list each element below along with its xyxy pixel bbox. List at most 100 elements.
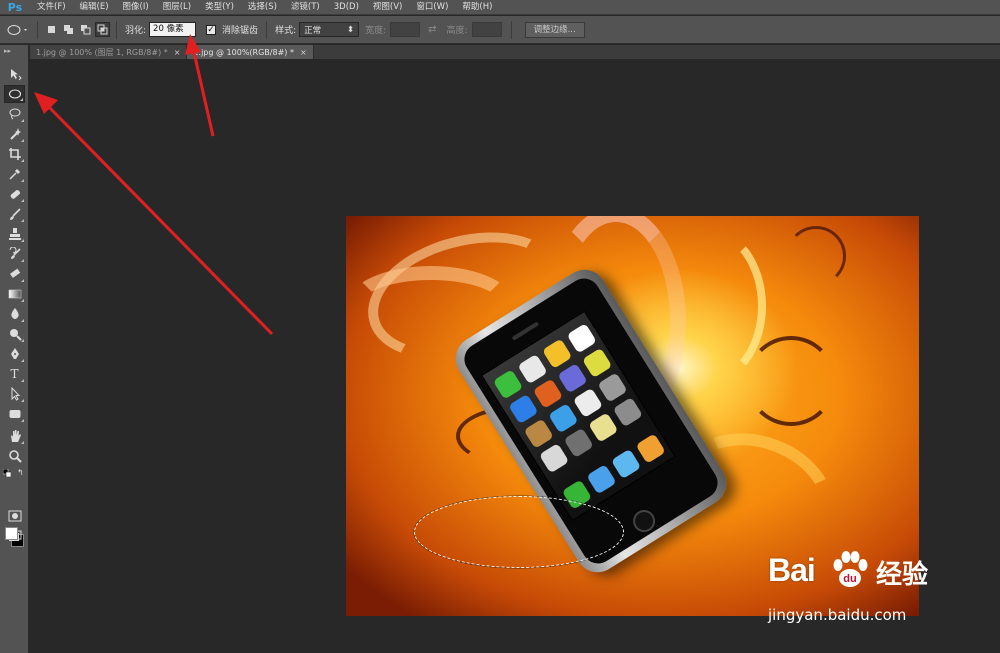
separator — [266, 20, 268, 39]
eyedropper-tool[interactable] — [4, 165, 25, 183]
dodge-tool[interactable] — [4, 325, 25, 343]
separator — [116, 20, 117, 39]
tool-preset-picker[interactable] — [4, 20, 32, 40]
refine-edge-button[interactable]: 调整边缘... — [524, 21, 585, 38]
eraser-icon — [9, 268, 20, 278]
app-icon — [635, 433, 666, 464]
eraser-tool[interactable] — [4, 265, 25, 283]
close-icon[interactable]: × — [174, 48, 181, 57]
toolbox: ▸▸ T ↰ — [0, 45, 29, 653]
subtract-selection-icon — [81, 25, 91, 35]
path-arrow-icon — [11, 387, 20, 401]
new-selection-button[interactable] — [44, 22, 59, 37]
tab-document-1[interactable]: 1.jpg @ 100% (图层 1, RGB/8#) * × — [30, 45, 188, 59]
antialias-checkbox[interactable]: ✓ — [206, 24, 217, 35]
menu-help[interactable]: 帮助(H) — [455, 0, 499, 15]
menu-edit[interactable]: 编辑(E) — [73, 0, 116, 15]
elliptical-marquee-tool[interactable] — [4, 85, 25, 103]
pen-icon — [10, 348, 19, 359]
brush-tool[interactable] — [4, 205, 25, 223]
app-icon — [548, 403, 579, 434]
menu-image[interactable]: 图像(I) — [116, 0, 156, 15]
tab-document-2[interactable]: 2.jpg @ 100%(RGB/8#) * × — [187, 45, 314, 59]
blur-tool[interactable] — [4, 305, 25, 323]
path-selection-tool[interactable] — [4, 385, 25, 403]
zoom-icon — [8, 450, 22, 463]
app-icon — [538, 443, 570, 474]
bandage-icon — [10, 190, 20, 199]
pen-tool[interactable] — [4, 345, 25, 363]
lasso-icon — [9, 108, 20, 120]
close-icon[interactable]: × — [300, 48, 307, 57]
swap-colors-icon[interactable]: ↰ — [17, 468, 26, 477]
photoshop-logo[interactable]: Ps — [0, 0, 30, 15]
subtract-from-selection-button[interactable] — [78, 22, 93, 37]
menu-select[interactable]: 选择(S) — [241, 0, 284, 15]
app-icon — [508, 393, 539, 425]
menu-layer[interactable]: 图层(L) — [156, 0, 198, 15]
app-icon — [492, 369, 524, 400]
quick-mask-button[interactable] — [4, 507, 25, 525]
foreground-color-swatch[interactable] — [5, 527, 18, 540]
tab-title: 2.jpg @ 100%(RGB/8#) * — [193, 47, 294, 57]
healing-brush-tool[interactable] — [4, 185, 25, 203]
app-icon — [610, 448, 642, 480]
zoom-tool[interactable] — [4, 447, 25, 465]
menu-window[interactable]: 窗口(W) — [409, 0, 455, 15]
feather-input[interactable]: 20 像素 — [149, 22, 197, 37]
rectangle-tool[interactable] — [4, 405, 25, 423]
swirl-decoration — [646, 226, 766, 386]
feather-label: 羽化: — [125, 26, 147, 36]
hand-tool[interactable] — [4, 427, 25, 445]
menu-view[interactable]: 视图(V) — [366, 0, 409, 15]
baidu-jingyan-watermark: Bai du 经验 jingyan.baidu.com — [768, 551, 948, 632]
menu-bar: Ps 文件(F) 编辑(E) 图像(I) 图层(L) 类型(Y) 选择(S) 滤… — [0, 0, 1000, 15]
elliptical-selection-marquee[interactable] — [414, 496, 624, 568]
blur-drop-icon — [10, 308, 19, 319]
dodge-icon — [9, 329, 22, 341]
magic-wand-tool[interactable] — [4, 125, 25, 143]
crop-tool[interactable] — [4, 145, 25, 163]
add-selection-icon — [64, 25, 73, 34]
width-label: 宽度: — [365, 26, 387, 36]
rounded-rect-icon — [9, 410, 20, 418]
type-tool[interactable]: T — [4, 365, 25, 383]
app-icon — [566, 323, 597, 354]
menu-3d[interactable]: 3D(D) — [327, 0, 366, 15]
add-to-selection-button[interactable] — [61, 22, 76, 37]
separator — [37, 20, 38, 39]
watermark-url: jingyan.baidu.com — [768, 606, 907, 624]
app-icon — [523, 418, 554, 449]
magic-wand-icon — [9, 128, 21, 140]
tab-title: 1.jpg @ 100% (图层 1, RGB/8#) * — [36, 47, 168, 57]
elliptical-marquee-icon — [7, 24, 27, 35]
hand-icon — [10, 430, 21, 442]
height-input[interactable] — [471, 22, 502, 37]
jingyan-text: 经验 — [876, 560, 929, 590]
app-icon — [597, 372, 628, 403]
crop-icon — [8, 148, 21, 160]
default-colors-icon[interactable] — [2, 468, 12, 478]
intersect-selection-button[interactable] — [95, 22, 110, 37]
baidu-paw-icon: du — [833, 551, 868, 587]
move-tool[interactable] — [4, 65, 25, 83]
menu-file[interactable]: 文件(F) — [30, 0, 73, 15]
collapse-icon[interactable]: ▸▸ — [0, 45, 28, 57]
intersect-selection-icon — [97, 24, 108, 35]
lasso-tool[interactable] — [4, 105, 25, 123]
updown-icon: ⬍ — [346, 24, 355, 35]
style-label: 样式: — [275, 26, 297, 36]
history-brush-tool[interactable] — [4, 245, 25, 263]
document-tab-bar: 1.jpg @ 100% (图层 1, RGB/8#) * × 2.jpg @ … — [30, 45, 1000, 59]
app-icon — [581, 347, 613, 379]
swirl-decoration — [746, 336, 836, 426]
menu-type[interactable]: 类型(Y) — [198, 0, 241, 15]
gradient-tool[interactable] — [4, 285, 25, 303]
new-selection-icon — [48, 26, 55, 33]
menu-filter[interactable]: 滤镜(T) — [284, 0, 327, 15]
stamp-icon — [8, 228, 21, 240]
swap-icon[interactable]: ⇄ — [428, 24, 436, 35]
clone-stamp-tool[interactable] — [4, 225, 25, 243]
width-input[interactable] — [390, 22, 421, 37]
style-select[interactable]: 正常 ⬍ — [299, 22, 360, 37]
